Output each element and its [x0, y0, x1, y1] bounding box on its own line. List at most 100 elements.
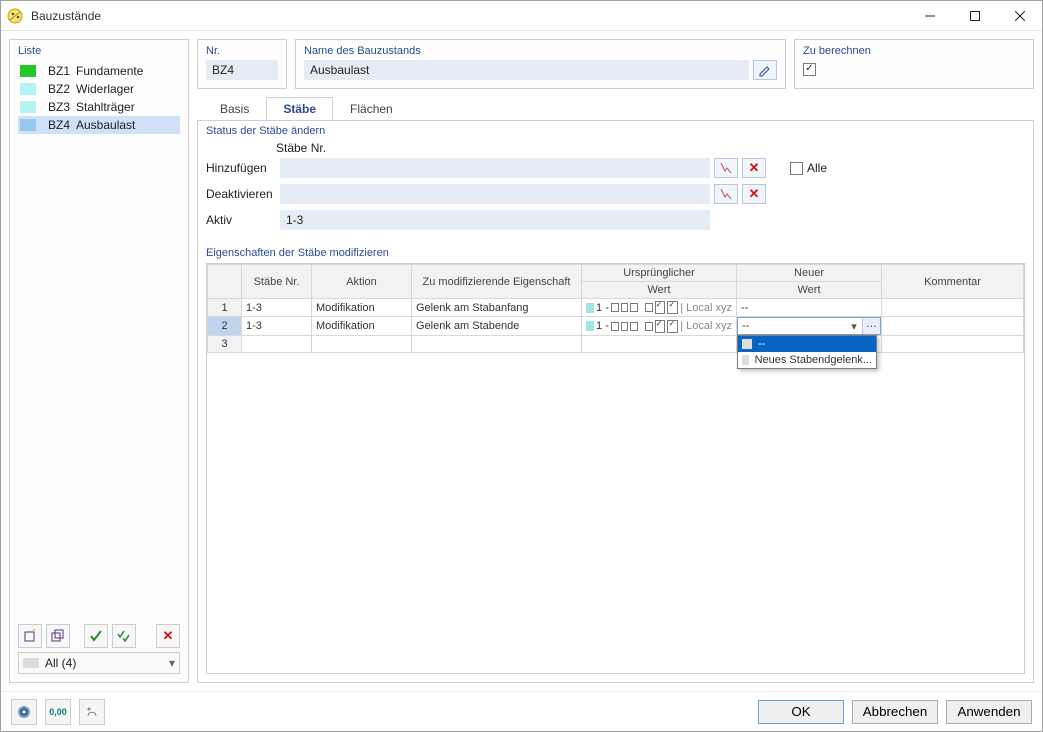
tabbar: Basis Stäbe Flächen: [197, 97, 1034, 121]
neu-wert-dropdown[interactable]: -- ▾ … --: [737, 317, 881, 335]
x-icon: ✕: [163, 628, 174, 644]
delete-button[interactable]: ✕: [156, 624, 180, 648]
table-row[interactable]: 2 1-3 Modifikation Gelenk am Stabende 1 …: [208, 317, 1024, 336]
settings-icon: [85, 705, 99, 719]
mini-swatch: [586, 303, 594, 313]
ok-button[interactable]: OK: [758, 700, 844, 724]
dropdown-list: -- Neues Stabendgelenk...: [737, 335, 877, 369]
header-row: Nr. BZ4 Name des Bauzustands Ausbaulast …: [197, 39, 1034, 89]
x-icon: ✕: [749, 160, 760, 176]
liste-item[interactable]: BZ1 Fundamente: [18, 62, 180, 80]
alle-label: Alle: [807, 161, 827, 175]
minimize-button[interactable]: [907, 1, 952, 31]
deact-label: Deaktivieren: [206, 187, 276, 201]
bz-code: BZ3: [42, 100, 70, 114]
check-single-button[interactable]: [84, 624, 108, 648]
th-aktion[interactable]: Aktion: [312, 265, 412, 299]
help-button[interactable]: [11, 699, 37, 725]
option-label: --: [758, 338, 765, 350]
tab-staebe[interactable]: Stäbe: [266, 97, 333, 121]
mini-checkbox: [645, 322, 653, 331]
chevron-down-icon: ▾: [846, 320, 862, 333]
tab-flaechen[interactable]: Flächen: [333, 97, 410, 121]
bz-label: Fundamente: [76, 64, 143, 78]
th-neu1[interactable]: Neuer: [737, 265, 882, 282]
dropdown-option[interactable]: --: [738, 336, 876, 352]
table-row[interactable]: 1 1-3 Modifikation Gelenk am Stabanfang …: [208, 299, 1024, 317]
mini-checkbox: [630, 303, 638, 312]
cell-eigenschaft[interactable]: Gelenk am Stabanfang: [412, 299, 582, 317]
tab-basis[interactable]: Basis: [203, 97, 266, 121]
add-input[interactable]: [280, 158, 710, 178]
nr-label: Nr.: [206, 45, 278, 57]
maximize-button[interactable]: [952, 1, 997, 31]
row-header[interactable]: 3: [208, 336, 242, 353]
cell-kommentar[interactable]: [882, 317, 1024, 336]
left-column: Liste BZ1 Fundamente BZ2 Widerlager B: [9, 39, 189, 683]
cell-urspr[interactable]: 1 - | Local xyz: [582, 299, 737, 317]
prop-grid[interactable]: Stäbe Nr. Aktion Zu modifizierende Eigen…: [207, 264, 1024, 353]
alle-checkbox[interactable]: [790, 162, 803, 175]
cell-staebe[interactable]: 1-3: [242, 299, 312, 317]
mini-checkbox: [611, 303, 619, 312]
close-button[interactable]: [997, 1, 1042, 31]
name-panel: Name des Bauzustands Ausbaulast: [295, 39, 786, 89]
liste-title: Liste: [18, 45, 180, 57]
bz-code: BZ1: [42, 64, 70, 78]
cancel-button[interactable]: Abbrechen: [852, 700, 938, 724]
th-neu2[interactable]: Wert: [737, 282, 882, 299]
deact-input[interactable]: [280, 184, 710, 204]
color-swatch: [20, 83, 36, 95]
name-value[interactable]: Ausbaulast: [304, 60, 749, 80]
nr-value: BZ4: [206, 60, 278, 80]
th-staebe[interactable]: Stäbe Nr.: [242, 265, 312, 299]
cell-aktion[interactable]: Modifikation: [312, 299, 412, 317]
cell-urspr[interactable]: 1 - | Local xyz: [582, 317, 737, 336]
new-button[interactable]: [18, 624, 42, 648]
liste-filter-combo[interactable]: All (4) ▾: [18, 652, 180, 674]
x-icon: ✕: [749, 186, 760, 202]
check-multi-button[interactable]: [112, 624, 136, 648]
cell-neu[interactable]: --: [737, 299, 882, 317]
calc-checkbox[interactable]: [803, 63, 816, 76]
mini-checkbox: [645, 303, 653, 312]
apply-button[interactable]: Anwenden: [946, 700, 1032, 724]
th-urspr1[interactable]: Ursprünglicher: [582, 265, 737, 282]
cell-neu-active[interactable]: -- ▾ … --: [737, 317, 882, 336]
cell-eigenschaft[interactable]: Gelenk am Stabende: [412, 317, 582, 336]
pencil-icon: [758, 63, 772, 77]
table-row[interactable]: 3: [208, 336, 1024, 353]
add-pick-button[interactable]: [714, 158, 738, 178]
ellipsis-button[interactable]: …: [862, 318, 880, 334]
add-clear-button[interactable]: ✕: [742, 158, 766, 178]
mini-checkbox: [655, 301, 666, 314]
th-kommentar[interactable]: Kommentar: [882, 265, 1024, 299]
edit-name-button[interactable]: [753, 60, 777, 80]
liste-item[interactable]: BZ4 Ausbaulast: [18, 116, 180, 134]
cell-aktion[interactable]: Modifikation: [312, 317, 412, 336]
settings-button[interactable]: [79, 699, 105, 725]
color-swatch: [20, 101, 36, 113]
cell-kommentar[interactable]: [882, 299, 1024, 317]
color-swatch: [20, 119, 36, 131]
pick-icon: [720, 188, 732, 200]
deact-clear-button[interactable]: ✕: [742, 184, 766, 204]
titlebar: Bauzustände: [1, 1, 1042, 31]
mini-checkbox: [621, 322, 629, 331]
content: Liste BZ1 Fundamente BZ2 Widerlager B: [1, 31, 1042, 691]
th-eigenschaft[interactable]: Zu modifizierende Eigenschaft: [412, 265, 582, 299]
row-header[interactable]: 1: [208, 299, 242, 317]
liste-item[interactable]: BZ3 Stahlträger: [18, 98, 180, 116]
add-label: Hinzufügen: [206, 161, 276, 175]
cell-staebe[interactable]: 1-3: [242, 317, 312, 336]
mini-checkbox: [621, 303, 629, 312]
liste-item[interactable]: BZ2 Widerlager: [18, 80, 180, 98]
th-urspr2[interactable]: Wert: [582, 282, 737, 299]
number-format-button[interactable]: 0,00: [45, 699, 71, 725]
dropdown-option[interactable]: Neues Stabendgelenk...: [738, 352, 876, 368]
nr-panel: Nr. BZ4: [197, 39, 287, 89]
deact-pick-button[interactable]: [714, 184, 738, 204]
pick-icon: [720, 162, 732, 174]
copy-button[interactable]: [46, 624, 70, 648]
row-header[interactable]: 2: [208, 317, 242, 336]
